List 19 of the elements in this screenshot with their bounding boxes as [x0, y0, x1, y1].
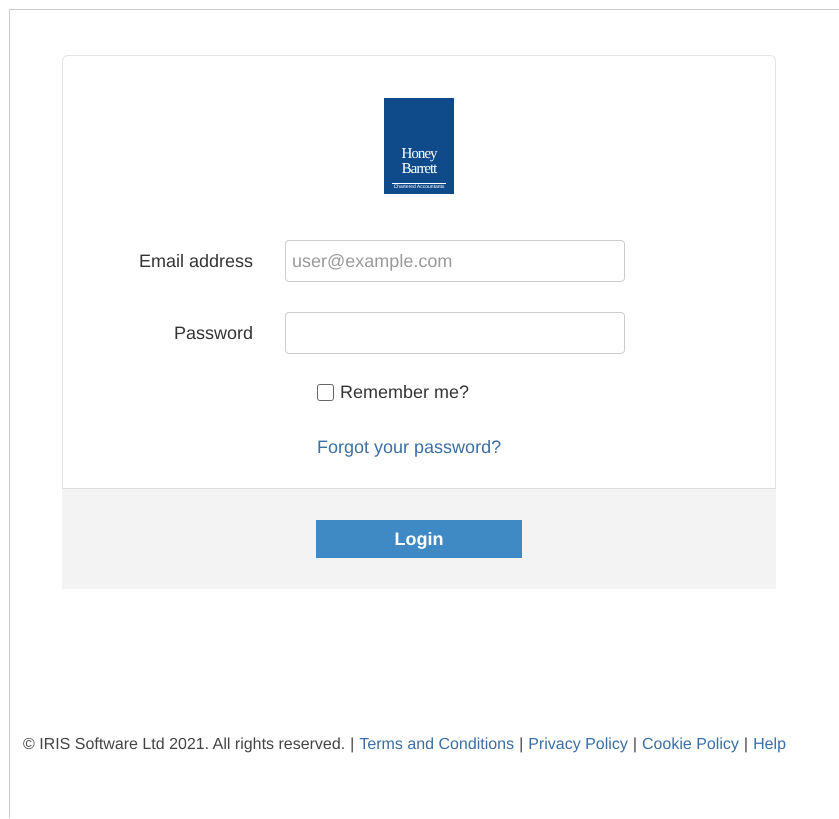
field-label: Email address	[138, 250, 254, 272]
checkbox-label[interactable]: Remember me?	[340, 382, 470, 403]
separator: |	[519, 736, 524, 753]
password-field[interactable]	[285, 312, 625, 354]
email-field[interactable]: user@example.com	[285, 240, 625, 282]
footer-link[interactable]: Privacy Policy	[528, 736, 628, 753]
separator: |	[350, 736, 354, 753]
forgot-password-link[interactable]: Forgot your password?	[317, 437, 502, 457]
logo-text: Barrett	[402, 161, 436, 177]
footer-link[interactable]: Help	[753, 736, 786, 753]
separator: |	[632, 736, 637, 753]
footer-link[interactable]: Cookie Policy	[642, 736, 739, 753]
footer-link[interactable]: Terms and Conditions	[359, 736, 514, 753]
field-label: Password	[172, 322, 254, 344]
login-button[interactable]: Login	[316, 520, 522, 558]
copyright-text: © IRIS Software Ltd 2021. All rights reserved.	[23, 736, 346, 753]
checkbox[interactable]	[317, 384, 334, 401]
separator: |	[744, 736, 748, 753]
logo-text: Honey	[402, 147, 436, 161]
